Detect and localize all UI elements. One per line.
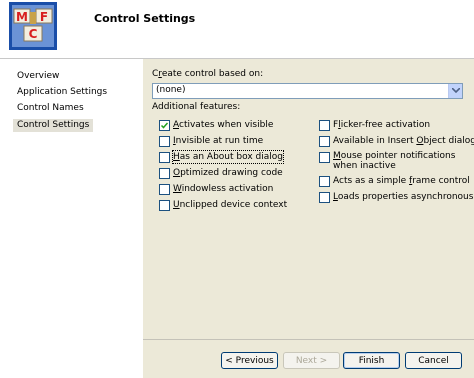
- checkbox-box[interactable]: [319, 152, 330, 163]
- sidebar-item-application-settings[interactable]: Application Settings: [13, 86, 111, 99]
- checkbox-box[interactable]: [159, 136, 170, 147]
- checkbox-box[interactable]: [159, 152, 170, 163]
- svg-text:F: F: [40, 10, 48, 24]
- next-button[interactable]: Next >: [283, 352, 340, 369]
- sidebar-item-control-settings[interactable]: Control Settings: [13, 119, 94, 132]
- sidebar-item-overview[interactable]: Overview: [13, 70, 63, 83]
- checkbox-box[interactable]: [319, 120, 330, 131]
- checkbox-box[interactable]: [319, 176, 330, 187]
- svg-text:C: C: [29, 27, 38, 41]
- checkbox-box[interactable]: [159, 120, 170, 131]
- wizard-sidebar: Overview Application Settings Control Na…: [0, 59, 143, 378]
- sidebar-item-control-names[interactable]: Control Names: [13, 102, 88, 115]
- dropdown-value: (none): [156, 85, 186, 95]
- additional-features-label: Additional features:: [152, 102, 241, 112]
- svg-text:M: M: [16, 10, 28, 24]
- page-title: Control Settings: [94, 12, 196, 25]
- footer-divider: [143, 339, 474, 340]
- checkbox-box[interactable]: [319, 192, 330, 203]
- checkbox-box[interactable]: [159, 200, 170, 211]
- chevron-down-icon[interactable]: [448, 84, 462, 98]
- create-control-label: Create control based on:: [152, 69, 264, 79]
- finish-button[interactable]: Finish: [343, 352, 400, 369]
- base-control-dropdown[interactable]: (none): [152, 83, 463, 99]
- settings-panel: Create control based on: (none) Addition…: [143, 59, 474, 378]
- previous-button[interactable]: < Previous: [221, 352, 278, 369]
- mfc-logo-icon: M F C: [9, 2, 57, 50]
- checkbox-box[interactable]: [159, 168, 170, 179]
- wizard-header: M F C Control Settings: [0, 0, 474, 58]
- checkbox-box[interactable]: [319, 136, 330, 147]
- checkbox-box[interactable]: [159, 184, 170, 195]
- cancel-button[interactable]: Cancel: [405, 352, 462, 369]
